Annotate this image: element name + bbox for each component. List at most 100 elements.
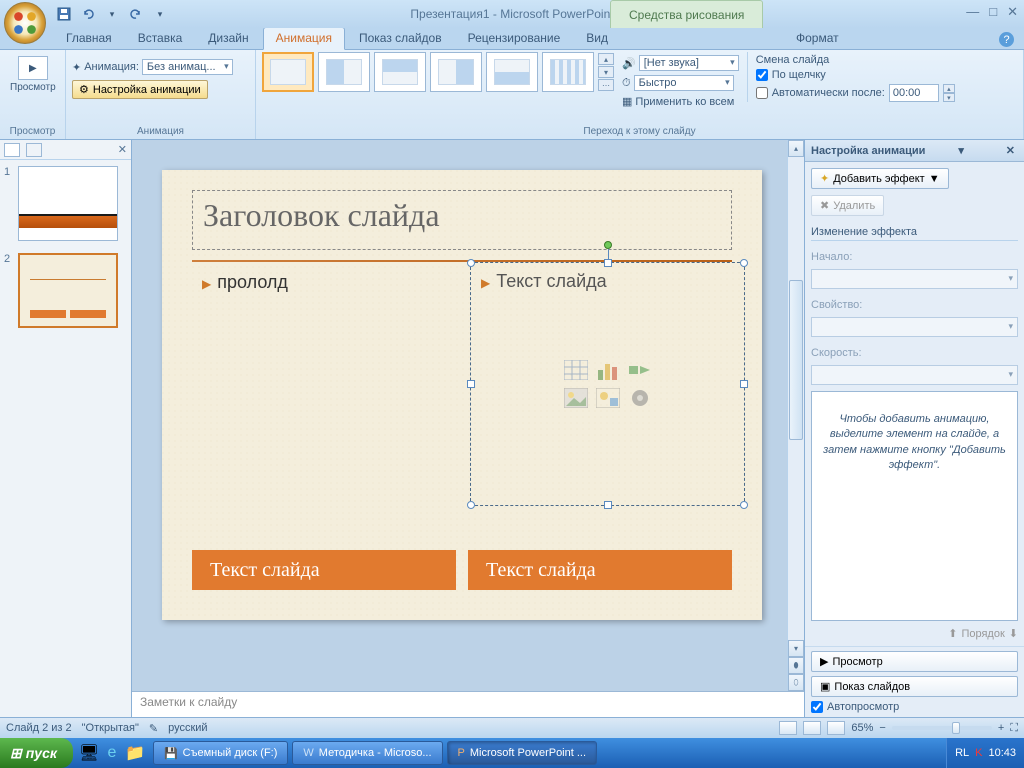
minimize-button[interactable]: — (966, 4, 979, 20)
media-icon[interactable] (626, 386, 654, 410)
slideshow-button[interactable]: ▣ Показ слайдов (811, 676, 1018, 697)
speed-dropdown[interactable] (811, 365, 1018, 385)
sound-dropdown[interactable]: [Нет звука] (639, 55, 739, 71)
resize-handle-w[interactable] (467, 380, 475, 388)
clipart-icon[interactable] (594, 386, 622, 410)
resize-handle-n[interactable] (604, 259, 612, 267)
redo-icon[interactable] (126, 4, 146, 24)
normal-view-button[interactable] (779, 721, 797, 735)
zoom-in-icon[interactable]: + (998, 722, 1004, 734)
left-content-placeholder[interactable]: ▶прололд (202, 272, 462, 293)
resize-handle-s[interactable] (604, 501, 612, 509)
tray-clock[interactable]: 10:43 (988, 747, 1016, 759)
fit-window-icon[interactable]: ⛶ (1010, 722, 1018, 735)
custom-animation-button[interactable]: ⚙Настройка анимации (72, 80, 208, 99)
resize-handle-nw[interactable] (467, 259, 475, 267)
chart-icon[interactable] (594, 358, 622, 382)
table-icon[interactable] (562, 358, 590, 382)
autopreview-checkbox[interactable]: Автопросмотр (811, 701, 1018, 713)
restore-button[interactable]: □ (989, 4, 997, 20)
notes-pane[interactable]: Заметки к слайду (132, 691, 804, 717)
on-click-checkbox[interactable]: По щелчку (756, 69, 955, 81)
slide-thumbnail-1[interactable] (18, 166, 118, 241)
taskpane-close-icon[interactable]: ✕ (1003, 144, 1018, 157)
language-indicator[interactable]: русский (168, 722, 207, 734)
tab-insert[interactable]: Вставка (126, 28, 195, 49)
reorder-up-icon[interactable]: ⬆ (948, 627, 957, 640)
tab-home[interactable]: Главная (54, 28, 124, 49)
preview-button[interactable]: ▶Просмотр (6, 52, 60, 97)
taskbar-item[interactable]: 💾Съемный диск (F:) (153, 741, 288, 765)
spin-down-icon[interactable]: ▾ (943, 93, 955, 102)
prev-slide-icon[interactable]: ⬮ (788, 657, 804, 674)
transition-item[interactable] (374, 52, 426, 92)
taskbar-item[interactable]: WМетодичка - Microso... (292, 741, 442, 765)
tab-review[interactable]: Рецензирование (456, 28, 573, 49)
add-effect-button[interactable]: ✦Добавить эффект ▼ (811, 168, 949, 189)
remove-effect-button[interactable]: ✖Удалить (811, 195, 884, 216)
reorder-down-icon[interactable]: ⬇ (1009, 627, 1018, 640)
slide-thumbnail-2[interactable] (18, 253, 118, 328)
tab-animation[interactable]: Анимация (263, 27, 345, 50)
tab-slideshow[interactable]: Показ слайдов (347, 28, 454, 49)
tray-shield-icon[interactable]: K (975, 747, 982, 759)
scroll-down-icon[interactable]: ▾ (788, 640, 804, 657)
help-icon[interactable]: ? (999, 32, 1014, 47)
gallery-up-icon[interactable]: ▴ (598, 53, 614, 65)
tray-lang[interactable]: RL (955, 747, 969, 759)
ie-icon[interactable]: e (102, 743, 122, 763)
right-content-placeholder[interactable]: ▶Текст слайда (470, 262, 745, 506)
bottom-right-textbox[interactable]: Текст слайда (468, 550, 732, 590)
vertical-scrollbar[interactable]: ▴ ▾ ⬮⬯ (787, 140, 804, 691)
bottom-left-textbox[interactable]: Текст слайда (192, 550, 456, 590)
close-button[interactable]: ✕ (1007, 4, 1018, 20)
folder-icon[interactable]: 📁 (125, 743, 145, 763)
zoom-slider[interactable] (892, 726, 992, 730)
office-button[interactable] (4, 2, 46, 44)
transition-none[interactable] (262, 52, 314, 92)
transition-item[interactable] (542, 52, 594, 92)
auto-after-time[interactable]: 00:00 (889, 84, 939, 102)
panel-close-icon[interactable]: ✕ (118, 143, 127, 156)
gallery-more-icon[interactable]: ⋯ (598, 79, 614, 91)
zoom-knob[interactable] (952, 722, 960, 734)
transition-item[interactable] (430, 52, 482, 92)
resize-handle-se[interactable] (740, 501, 748, 509)
transition-item[interactable] (486, 52, 538, 92)
tab-view[interactable]: Вид (574, 28, 620, 49)
slideshow-view-button[interactable] (827, 721, 845, 735)
taskpane-menu-icon[interactable]: ▾ (958, 144, 964, 157)
tab-format[interactable]: Формат (784, 28, 851, 49)
undo-icon[interactable] (78, 4, 98, 24)
outline-tab[interactable] (26, 143, 42, 157)
spellcheck-icon[interactable]: ✎ (149, 722, 158, 735)
property-dropdown[interactable] (811, 317, 1018, 337)
qat-customize-icon[interactable]: ▾ (150, 4, 170, 24)
title-placeholder[interactable]: Заголовок слайда (192, 190, 732, 250)
zoom-out-icon[interactable]: − (879, 722, 885, 734)
auto-after-checkbox[interactable]: Автоматически после: 00:00 ▴▾ (756, 84, 955, 102)
sorter-view-button[interactable] (803, 721, 821, 735)
spin-up-icon[interactable]: ▴ (943, 84, 955, 93)
gallery-down-icon[interactable]: ▾ (598, 66, 614, 78)
slide-canvas[interactable]: Заголовок слайда ▶прололд ▶Текст сла (162, 170, 762, 620)
zoom-level[interactable]: 65% (851, 722, 873, 734)
smartart-icon[interactable] (626, 358, 654, 382)
scrollbar-thumb[interactable] (789, 280, 803, 440)
resize-handle-ne[interactable] (740, 259, 748, 267)
resize-handle-e[interactable] (740, 380, 748, 388)
show-desktop-icon[interactable]: 🖥 (79, 743, 99, 763)
slides-tab[interactable] (4, 143, 20, 157)
qat-dropdown-icon[interactable]: ▾ (102, 4, 122, 24)
speed-dropdown[interactable]: Быстро (634, 75, 734, 91)
animation-dropdown[interactable]: Без анимац... (142, 59, 233, 75)
transition-item[interactable] (318, 52, 370, 92)
taskbar-item-active[interactable]: PMicrosoft PowerPoint ... (447, 741, 598, 765)
resize-handle-sw[interactable] (467, 501, 475, 509)
start-button[interactable]: ⊞пуск (0, 738, 73, 768)
play-preview-button[interactable]: ▶ Просмотр (811, 651, 1018, 672)
picture-icon[interactable] (562, 386, 590, 410)
start-dropdown[interactable] (811, 269, 1018, 289)
rotation-handle[interactable] (604, 241, 612, 249)
save-icon[interactable] (54, 4, 74, 24)
